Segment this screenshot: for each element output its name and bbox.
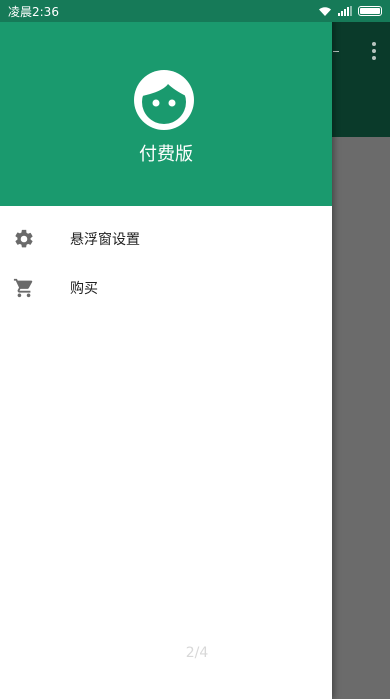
cart-icon	[13, 278, 33, 297]
wifi-icon	[319, 6, 331, 16]
status-bar: 凌晨2:36	[0, 0, 390, 22]
page-indicator: 2/4	[185, 645, 209, 661]
navigation-drawer: 付费版 悬浮窗设置 购买 2/4	[0, 0, 332, 699]
face-icon	[134, 70, 194, 130]
gear-icon	[15, 229, 33, 247]
menu-item-floating-window-settings[interactable]: 悬浮窗设置	[0, 214, 332, 263]
status-icons	[318, 6, 382, 17]
menu-item-label: 悬浮窗设置	[70, 231, 140, 248]
drawer-title: 付费版	[139, 144, 193, 165]
drawer-header: 付费版	[0, 22, 332, 206]
menu-item-label: 购买	[70, 280, 98, 297]
status-time: 凌晨2:36	[8, 4, 59, 19]
menu-item-purchase[interactable]: 购买	[0, 263, 332, 312]
signal-icon	[338, 6, 352, 16]
background-partial-icon	[333, 51, 339, 52]
drawer-menu: 悬浮窗设置 购买	[0, 214, 332, 312]
more-options-icon[interactable]	[370, 42, 378, 64]
battery-icon	[358, 6, 382, 16]
